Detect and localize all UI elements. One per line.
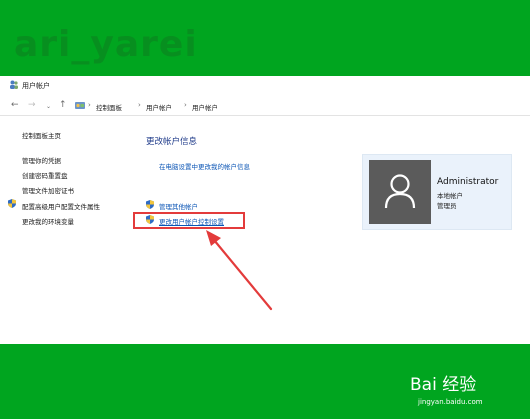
users-icon <box>10 80 18 89</box>
shield-icon <box>8 199 16 208</box>
window-title: 用户帐户 <box>22 82 50 90</box>
user-name: Administrator <box>437 177 499 187</box>
avatar <box>369 160 431 224</box>
sidebar-item-advanced-profile-properties[interactable]: 配置高级用户配置文件属性 <box>22 201 100 211</box>
recent-dropdown-icon[interactable]: ⌄ <box>46 102 51 112</box>
up-arrow-icon[interactable]: ↑ <box>59 100 67 110</box>
shield-icon <box>146 200 154 209</box>
account-role: 管理员 <box>437 202 457 210</box>
breadcrumb-control-panel[interactable]: 控制面板 <box>96 102 122 112</box>
manage-other-accounts-link[interactable]: 管理其他帐户 <box>159 201 198 211</box>
breadcrumb-user-accounts-current[interactable]: 用户帐户 <box>192 102 218 112</box>
breadcrumb-separator: › <box>88 101 91 109</box>
annotation-highlight-box <box>133 212 245 229</box>
breadcrumb-separator: › <box>184 101 187 109</box>
sidebar-item-manage-credentials[interactable]: 管理你的凭据 <box>22 155 61 165</box>
sidebar-item-control-panel-home[interactable]: 控制面板主页 <box>22 130 61 140</box>
control-panel-icon <box>75 102 85 109</box>
breadcrumb-separator: › <box>138 101 141 109</box>
sidebar-item-file-encryption-certificates[interactable]: 管理文件加密证书 <box>22 185 74 195</box>
sidebar-item-environment-variables[interactable]: 更改我的环境变量 <box>22 216 74 226</box>
breadcrumb-user-accounts[interactable]: 用户帐户 <box>146 102 172 112</box>
top-watermark: ari_yarei <box>14 24 198 65</box>
pc-settings-account-link[interactable]: 在电脑设置中更改我的帐户信息 <box>159 161 250 171</box>
user-silhouette-icon <box>384 174 416 209</box>
page-title: 更改帐户信息 <box>146 137 198 147</box>
account-type: 本地帐户 <box>437 192 463 200</box>
back-arrow-icon[interactable]: ← <box>11 100 19 110</box>
baidu-watermark: Bai 经验 <box>410 375 477 395</box>
sidebar-item-password-reset-disk[interactable]: 创建密码重置盘 <box>22 170 68 180</box>
forward-arrow-icon[interactable]: → <box>28 100 36 110</box>
baidu-watermark-url: jingyan.baidu.com <box>418 398 483 406</box>
